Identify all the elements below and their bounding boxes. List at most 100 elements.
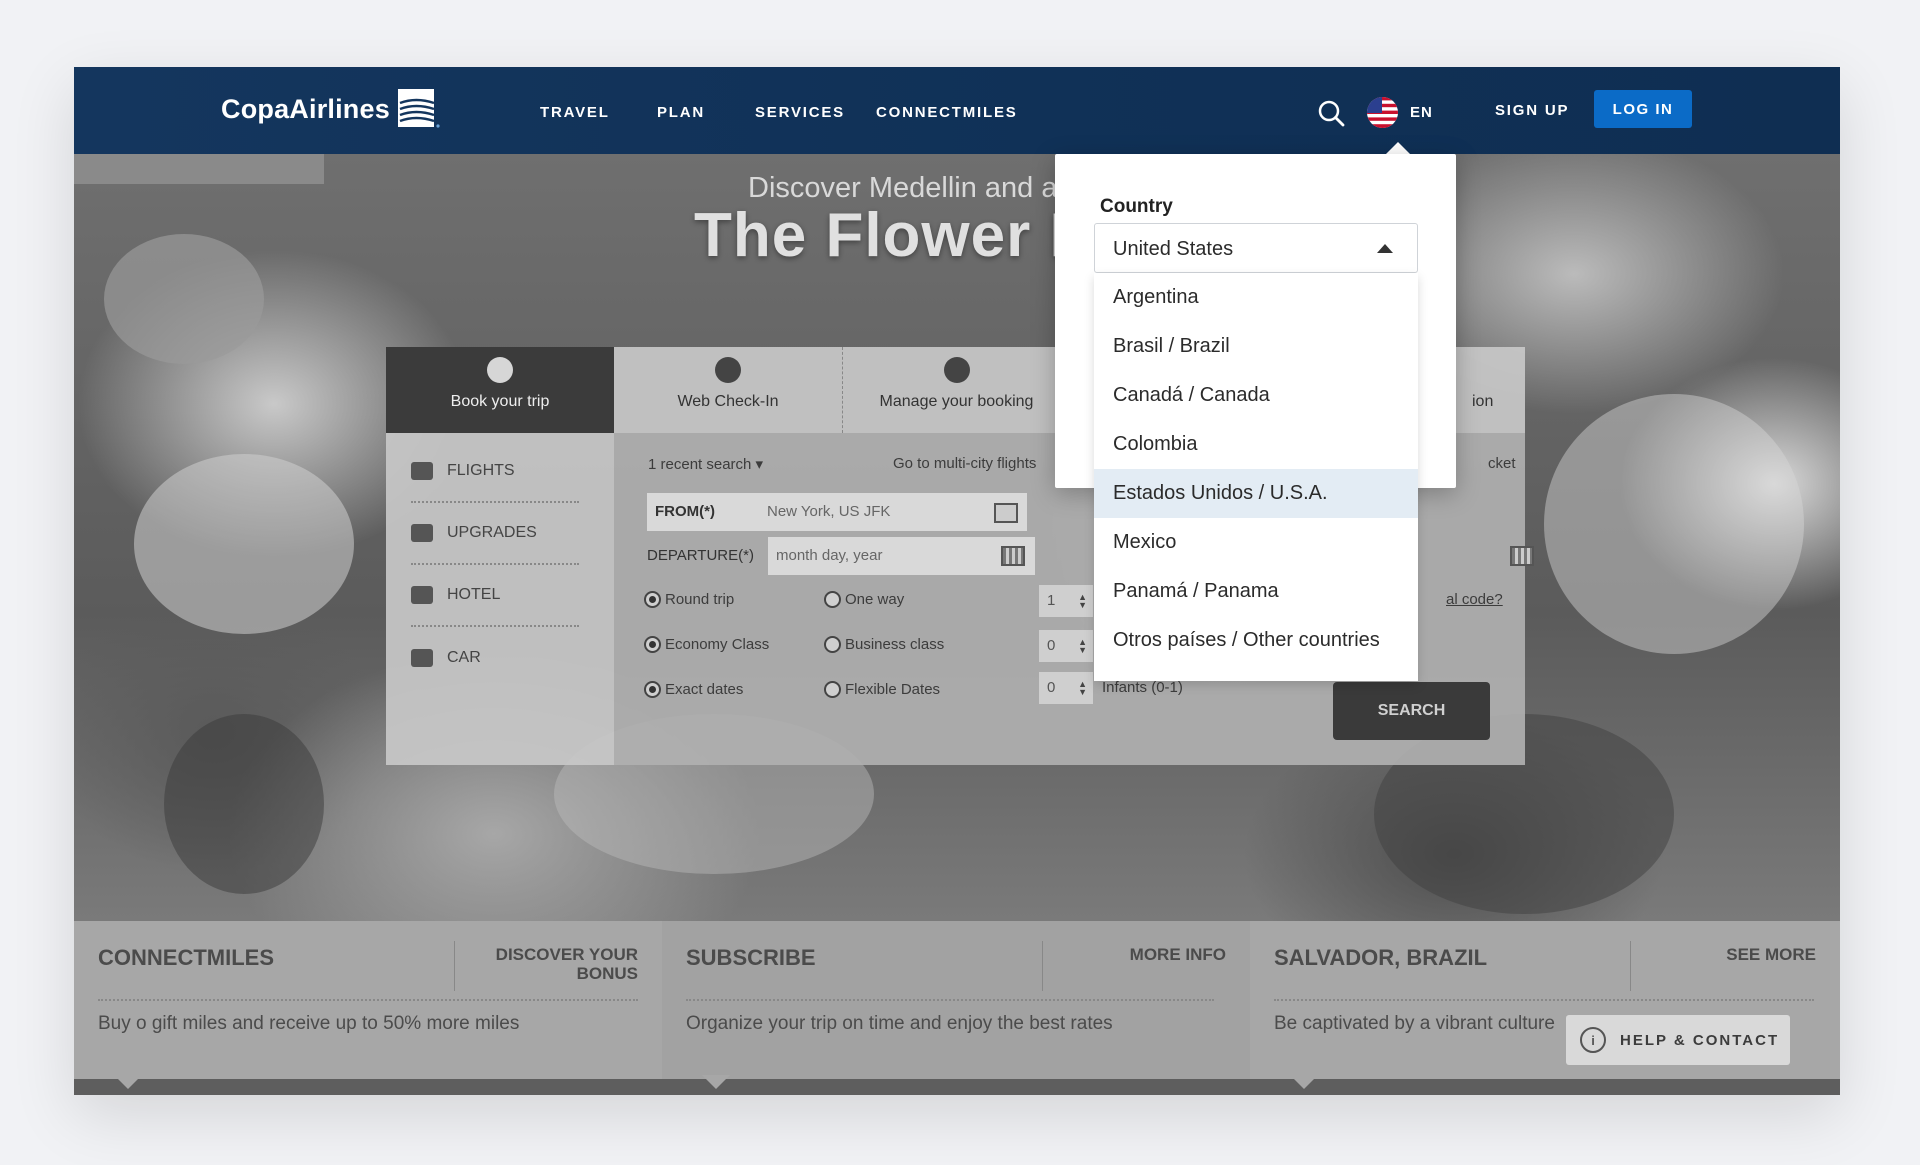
card-divider: [454, 941, 455, 991]
sidebar-item-flights[interactable]: FLIGHTS: [411, 441, 579, 503]
sidebar-item-label: UPGRADES: [447, 524, 537, 541]
departure-date-field[interactable]: month day, year: [768, 537, 1035, 575]
adults-value: 1: [1047, 592, 1056, 609]
hero-title: The Flower F: [694, 201, 1089, 270]
stepper-arrows-icon: ▲ ▼: [1078, 637, 1087, 655]
radio-icon: [644, 591, 661, 608]
recent-search-link[interactable]: 1 recent search ▾: [648, 455, 763, 473]
card-connectmiles[interactable]: CONNECTMILES DISCOVER YOUR BONUS Buy o g…: [74, 921, 662, 1095]
monitor-icon: [994, 503, 1018, 523]
card-link[interactable]: SEE MORE: [1650, 945, 1816, 964]
signup-link[interactable]: SIGN UP: [1495, 102, 1569, 119]
card-divider: [1042, 941, 1043, 991]
flower-blob: [164, 714, 324, 894]
logo-wordmark: CopaAirlines: [221, 93, 390, 124]
radio-icon: [644, 636, 661, 653]
card-text: Be captivated by a vibrant culture: [1274, 1013, 1555, 1034]
search-icon[interactable]: [1317, 99, 1345, 127]
nav-plan[interactable]: PLAN: [657, 104, 705, 121]
login-button[interactable]: LOG IN: [1594, 90, 1692, 128]
nav-services[interactable]: SERVICES: [755, 104, 845, 121]
card-title: CONNECTMILES: [98, 945, 274, 970]
ticket-partial: cket: [1488, 455, 1516, 472]
country-option[interactable]: Canadá / Canada: [1094, 371, 1418, 420]
card-link[interactable]: DISCOVER YOUR BONUS: [474, 945, 638, 983]
economy-radio[interactable]: Economy Class: [644, 636, 769, 653]
card-notch: [702, 1075, 730, 1089]
infants-label: Infants (0-1): [1102, 679, 1183, 696]
radio-label: Flexible Dates: [845, 681, 941, 698]
nav-connectmiles[interactable]: CONNECTMILES: [876, 104, 1018, 121]
country-option[interactable]: Panamá / Panama: [1094, 567, 1418, 616]
country-option[interactable]: Otros países / Other countries: [1094, 616, 1418, 665]
country-label: Country: [1100, 196, 1173, 217]
radio-label: Round trip: [665, 591, 735, 608]
country-select[interactable]: United States: [1094, 223, 1418, 273]
card-subscribe[interactable]: SUBSCRIBE MORE INFO Organize your trip o…: [662, 921, 1250, 1095]
card-footer: [74, 1079, 662, 1095]
sidebar-item-upgrades[interactable]: UPGRADES: [411, 503, 579, 565]
one-way-radio[interactable]: One way: [824, 591, 904, 608]
nav-travel[interactable]: TRAVEL: [540, 104, 610, 121]
tab-web-check-in[interactable]: Web Check-In: [614, 347, 842, 433]
language-label[interactable]: EN: [1410, 104, 1433, 121]
search-button[interactable]: SEARCH: [1333, 682, 1490, 740]
country-option[interactable]: Argentina: [1094, 273, 1418, 322]
promo-code-link[interactable]: al code?: [1446, 591, 1503, 608]
infants-stepper[interactable]: 0 ▲ ▼: [1039, 672, 1093, 704]
sidebar-item-hotel[interactable]: HOTEL: [411, 565, 579, 627]
tab-book-your-trip[interactable]: Book your trip: [386, 347, 614, 433]
calendar-icon: [1001, 546, 1025, 566]
card-salvador[interactable]: SALVADOR, BRAZIL SEE MORE Be captivated …: [1250, 921, 1840, 1095]
radio-icon: [644, 681, 661, 698]
sidebar-item-label: CAR: [447, 649, 481, 666]
info-icon: i: [1580, 1027, 1606, 1053]
us-flag-icon[interactable]: [1367, 97, 1398, 128]
promo-cards: CONNECTMILES DISCOVER YOUR BONUS Buy o g…: [74, 921, 1840, 1095]
country-option[interactable]: Colombia: [1094, 420, 1418, 469]
children-stepper[interactable]: 0 ▲ ▼: [1039, 630, 1093, 662]
edit-icon: [943, 357, 970, 383]
site-header: CopaAirlines TRAVEL PLAN SERVICES CONNEC…: [74, 67, 1840, 154]
radio-label: Economy Class: [665, 636, 770, 653]
round-trip-radio[interactable]: Round trip: [644, 591, 734, 608]
card-link[interactable]: MORE INFO: [1062, 945, 1226, 964]
from-label: FROM(*): [655, 503, 715, 520]
tab-label: Book your trip: [450, 393, 550, 410]
help-contact-button[interactable]: i HELP & CONTACT: [1566, 1015, 1790, 1065]
country-option[interactable]: Brasil / Brazil: [1094, 322, 1418, 371]
copa-logo-icon: [397, 89, 440, 128]
card-separator: [98, 999, 638, 1001]
radio-icon: [824, 591, 841, 608]
multicity-link[interactable]: Go to multi-city flights: [893, 455, 1036, 472]
caret-up-icon: [1377, 244, 1393, 253]
exact-dates-radio[interactable]: Exact dates: [644, 681, 743, 698]
bed-icon: [411, 586, 433, 604]
from-value: New York, US JFK: [767, 503, 891, 520]
departure-label: DEPARTURE(*): [647, 547, 754, 564]
card-title: SALVADOR, BRAZIL: [1274, 945, 1488, 970]
booking-sidebar: FLIGHTS UPGRADES HOTEL CAR: [386, 433, 614, 765]
card-separator: [686, 999, 1214, 1001]
country-option-highlighted[interactable]: Estados Unidos / U.S.A.: [1094, 469, 1418, 518]
card-footer: [662, 1079, 1250, 1095]
adults-stepper[interactable]: 1 ▲ ▼: [1039, 585, 1093, 617]
check-circle-icon: [487, 357, 513, 383]
from-field[interactable]: FROM(*) New York, US JFK: [647, 493, 1027, 531]
country-option[interactable]: Mexico: [1094, 518, 1418, 567]
seat-icon: [411, 524, 433, 542]
tab-manage-booking[interactable]: Manage your booking: [842, 347, 1070, 433]
card-notch: [114, 1075, 142, 1089]
tab-label: Web Check-In: [677, 393, 779, 410]
card-separator: [1274, 999, 1814, 1001]
business-radio[interactable]: Business class: [824, 636, 944, 653]
car-icon: [411, 649, 433, 667]
card-divider: [1630, 941, 1631, 991]
calendar-icon[interactable]: [1510, 546, 1534, 566]
sidebar-item-car[interactable]: CAR: [411, 627, 579, 689]
radio-label: Business class: [845, 636, 945, 653]
radio-label: Exact dates: [665, 681, 744, 698]
copa-logo[interactable]: CopaAirlines: [221, 89, 440, 129]
radio-label: One way: [845, 591, 905, 608]
flexible-dates-radio[interactable]: Flexible Dates: [824, 681, 940, 698]
